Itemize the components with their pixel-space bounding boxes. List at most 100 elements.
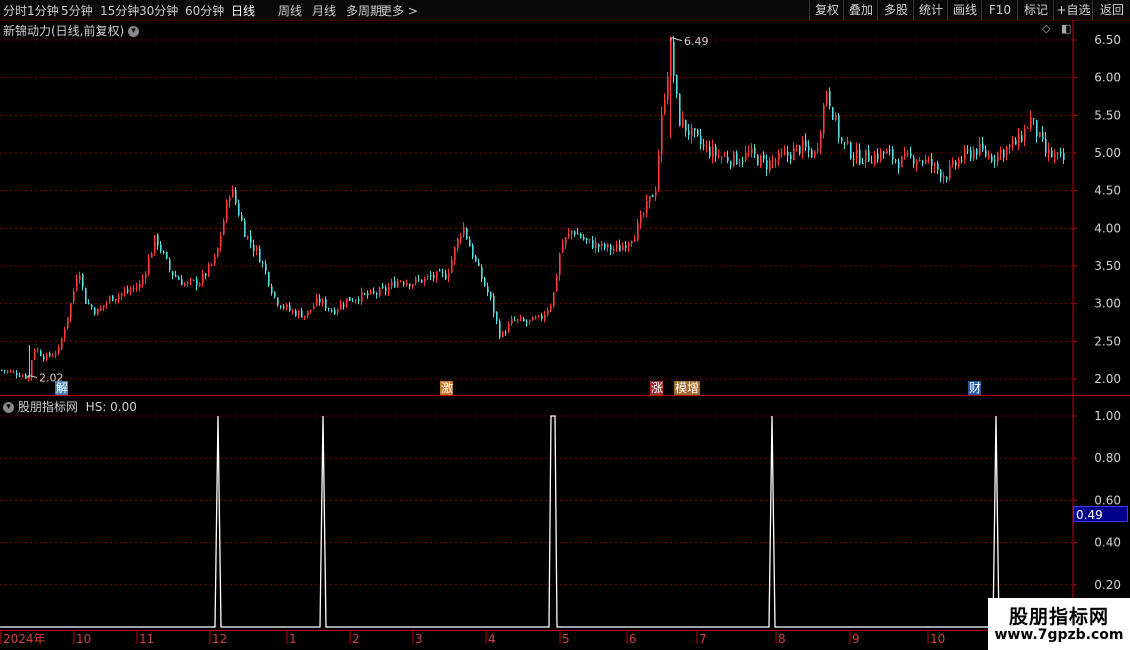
- candle-body: [529, 319, 531, 322]
- event-marker: 解: [56, 381, 68, 395]
- candle-body: [169, 259, 171, 270]
- candle-body: [598, 243, 600, 248]
- candle-body: [790, 154, 792, 160]
- candle-body: [274, 291, 276, 297]
- candle-body: [541, 315, 543, 319]
- watermark: 股朋指标网 www.7gpzb.com: [988, 598, 1130, 650]
- candle-body: [118, 295, 120, 300]
- candle-body: [862, 163, 864, 165]
- candle-body: [52, 355, 54, 357]
- candle-body: [817, 149, 819, 151]
- candle-body: [112, 295, 114, 301]
- candle-body: [298, 310, 300, 316]
- period-tab-8[interactable]: 月线: [312, 2, 336, 19]
- candle-body: [976, 148, 978, 156]
- candle-body: [439, 270, 441, 272]
- toolbar-button-3[interactable]: 统计: [913, 0, 948, 20]
- period-tab-0[interactable]: 分时: [3, 2, 27, 19]
- candle-body: [616, 245, 618, 248]
- candle-body: [508, 323, 510, 333]
- candle-body: [727, 156, 729, 162]
- candle-body: [940, 170, 942, 178]
- candle-body: [379, 287, 381, 296]
- candle-body: [22, 375, 24, 377]
- candle-body: [958, 160, 960, 167]
- period-tab-5[interactable]: 60分钟: [185, 2, 224, 19]
- hs-indicator-line: [0, 415, 1003, 628]
- candle-body: [979, 144, 981, 156]
- candle-body: [511, 318, 513, 324]
- candle-body: [82, 274, 84, 287]
- candle-body: [205, 273, 207, 276]
- candle-body: [919, 160, 921, 162]
- candle-body: [37, 350, 39, 352]
- candle-body: [868, 150, 870, 162]
- toolbar-button-2[interactable]: 多股: [877, 0, 914, 20]
- candle-body: [736, 152, 738, 165]
- candle-body: [700, 135, 702, 145]
- period-tab-1[interactable]: 1分钟: [27, 2, 59, 19]
- date-label: 8: [778, 632, 786, 646]
- candle-body: [784, 152, 786, 154]
- candle-body: [304, 315, 306, 319]
- candle-body: [565, 237, 567, 245]
- watermark-title: 股朋指标网: [1008, 606, 1109, 628]
- period-tab-7[interactable]: 周线: [278, 2, 302, 19]
- candle-body: [433, 275, 435, 278]
- period-tab-9[interactable]: 多周期: [346, 2, 382, 19]
- candle-body: [1027, 127, 1029, 129]
- candle-body: [1060, 151, 1062, 154]
- candle-body: [457, 238, 459, 249]
- date-label: 6: [629, 632, 637, 646]
- candle-body: [490, 291, 492, 298]
- period-tab-4[interactable]: 30分钟: [139, 2, 178, 19]
- period-tab-2[interactable]: 5分钟: [61, 2, 93, 19]
- candle-body: [610, 245, 612, 251]
- candle-body: [1018, 134, 1020, 147]
- period-tab-6[interactable]: 日线: [231, 2, 255, 19]
- candle-body: [1030, 116, 1032, 129]
- candle-body: [13, 371, 15, 373]
- candle-body: [154, 235, 156, 254]
- candle-body: [586, 238, 588, 241]
- toolbar-button-5[interactable]: F10: [981, 0, 1018, 20]
- candle-body: [181, 279, 183, 286]
- candle-body: [43, 356, 45, 360]
- candle-body: [244, 220, 246, 238]
- price-tick-label: 4.50: [1094, 184, 1121, 198]
- price-tick-label: 6.00: [1094, 71, 1121, 85]
- toolbar-button-7[interactable]: +自选: [1053, 0, 1093, 20]
- watermark-url: www.7gpzb.com: [994, 627, 1124, 643]
- candle-body: [952, 160, 954, 165]
- candle-body: [658, 155, 660, 191]
- period-tab-3[interactable]: 15分钟: [100, 2, 139, 19]
- toolbar-button-1[interactable]: 叠加: [843, 0, 878, 20]
- candle-body: [7, 370, 9, 372]
- candle-body: [556, 275, 558, 291]
- candle-body: [79, 275, 81, 280]
- candle-body: [388, 287, 390, 293]
- candle-body: [685, 119, 687, 132]
- candle-body: [301, 310, 303, 318]
- candle-body: [997, 152, 999, 162]
- candle-body: [733, 151, 735, 167]
- candle-body: [955, 162, 957, 166]
- candle-body: [637, 222, 639, 241]
- candle-body: [421, 279, 423, 283]
- candle-body: [103, 305, 105, 308]
- candle-body: [361, 291, 363, 302]
- candle-body: [706, 146, 708, 148]
- candle-body: [229, 197, 231, 202]
- toolbar-button-6[interactable]: 标记: [1017, 0, 1054, 20]
- candle-body: [664, 99, 666, 114]
- toolbar-button-4[interactable]: 画线: [947, 0, 982, 20]
- candle-body: [265, 263, 267, 272]
- period-tab-10[interactable]: 更多 >: [380, 2, 418, 19]
- candle-body: [1006, 146, 1008, 156]
- indicator-tick-label: 0.20: [1094, 578, 1121, 592]
- candle-body: [1015, 140, 1017, 145]
- toolbar-button-8[interactable]: 返回: [1092, 0, 1130, 20]
- toolbar-button-0[interactable]: 复权: [809, 0, 844, 20]
- candle-body: [184, 283, 186, 286]
- candle-body: [199, 283, 201, 287]
